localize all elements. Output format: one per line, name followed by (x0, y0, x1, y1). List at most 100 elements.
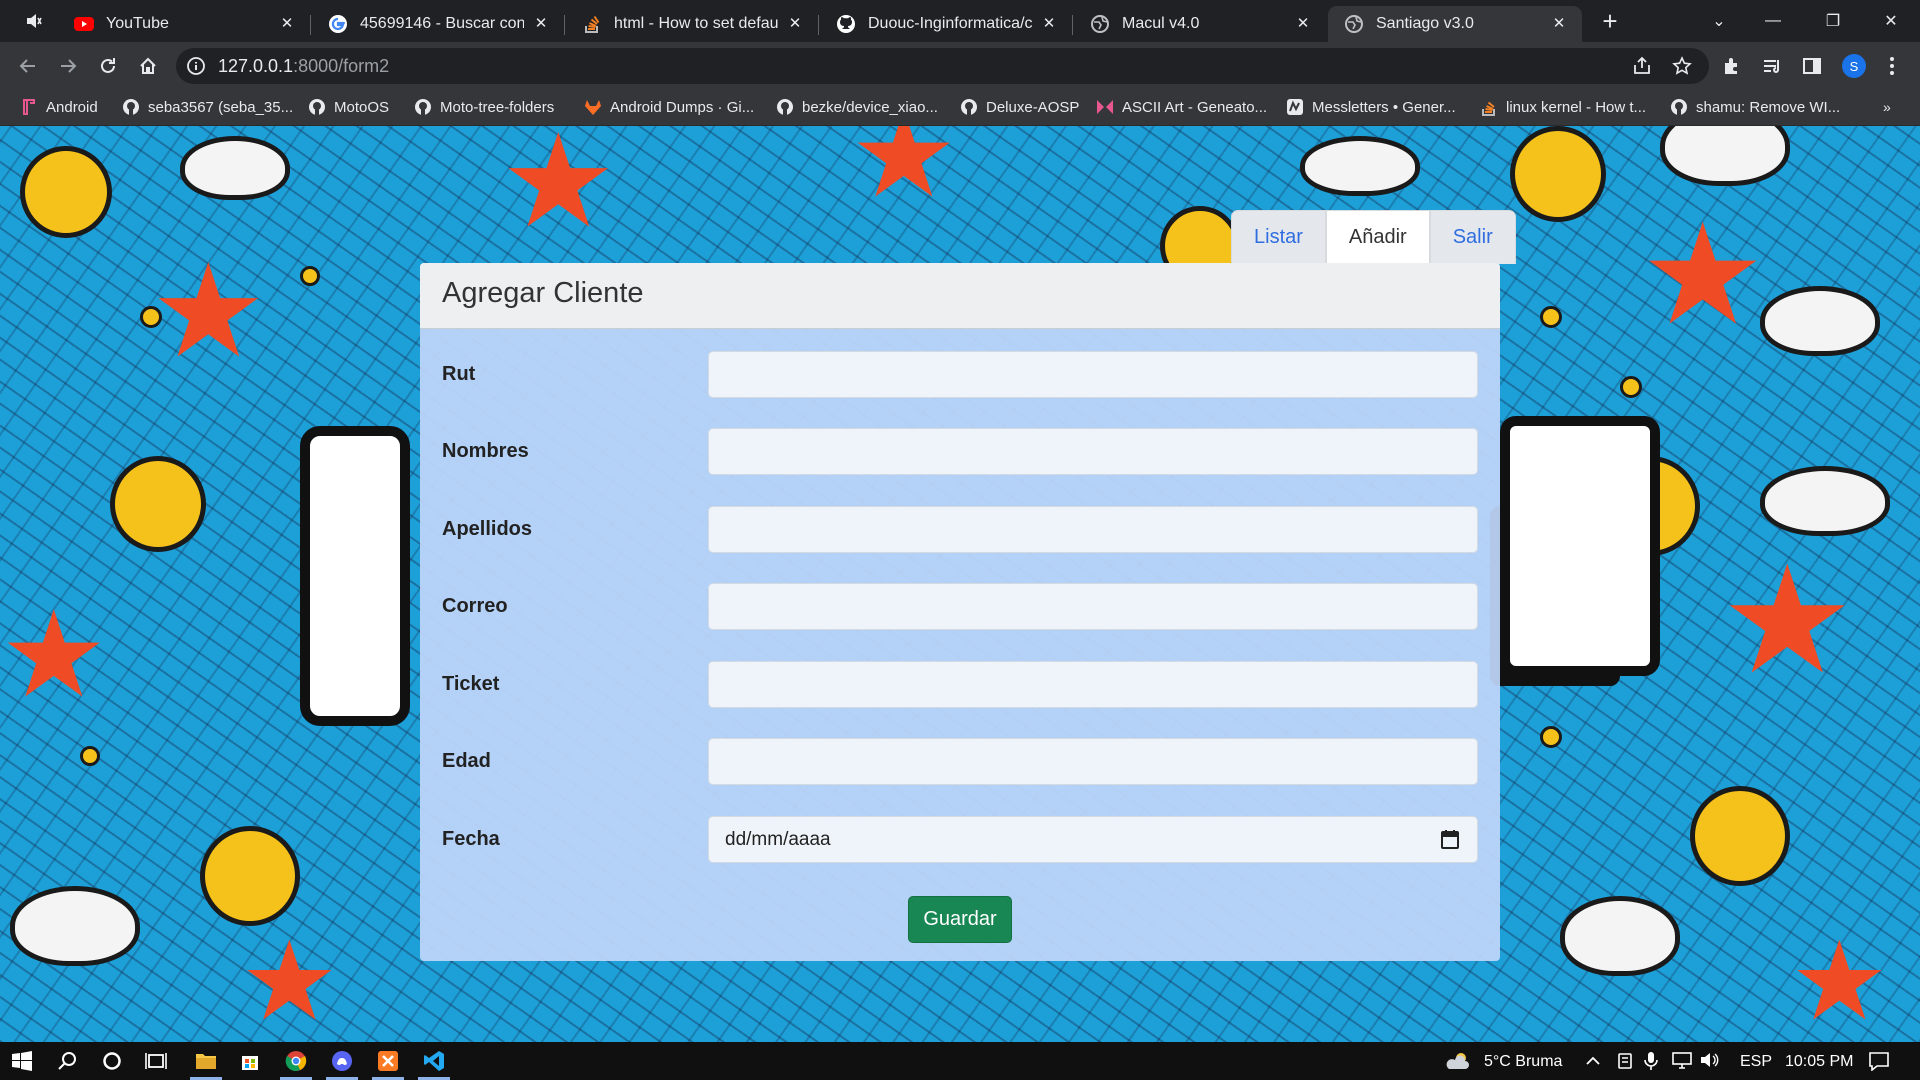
bookmark-label: Messletters • Gener... (1312, 98, 1456, 116)
input-language[interactable]: ESP (1740, 1053, 1772, 1071)
tab-anadir[interactable]: Añadir (1325, 210, 1430, 264)
bookmark-android[interactable]: Android (20, 93, 98, 121)
browser-toolbar: 127.0.0.1:8000/form2 S (0, 42, 1920, 89)
bookmark-moto-tree-folders[interactable]: Moto-tree-folders (414, 93, 554, 121)
microphone-icon[interactable] (1644, 1051, 1664, 1071)
cloud-decoration (1560, 896, 1680, 976)
bookmark-label: seba3567 (seba_35... (148, 98, 294, 116)
cloud-decoration (1660, 126, 1790, 186)
bookmark-bezke[interactable]: bezke/device_xiao... (776, 93, 938, 121)
restore-window-icon[interactable]: ❐ (1810, 6, 1856, 36)
dot-decoration (1620, 376, 1642, 398)
close-tab-icon[interactable]: ✕ (1040, 15, 1058, 33)
bookmarks-overflow-icon[interactable]: » (1883, 99, 1891, 115)
tab-salir[interactable]: Salir (1429, 210, 1516, 264)
bookmark-ascii-art[interactable]: ASCII Art - Geneato... (1096, 93, 1267, 121)
fecha-label: Fecha (442, 828, 500, 850)
page-title: Agregar Cliente (442, 277, 644, 309)
browser-tab-santiago[interactable]: Santiago v3.0 ✕ (1328, 6, 1582, 42)
network-icon[interactable] (1672, 1051, 1692, 1071)
yellow-ball-decoration (1510, 126, 1606, 222)
apellidos-input[interactable] (708, 506, 1478, 553)
new-tab-button[interactable]: + (1594, 8, 1626, 36)
tab-separator (818, 15, 819, 35)
tab-audio-mute-icon[interactable] (14, 8, 54, 34)
guardar-button[interactable]: Guardar (908, 896, 1012, 943)
side-panel-icon[interactable] (1800, 54, 1824, 78)
file-explorer-icon[interactable] (186, 1046, 226, 1080)
browser-tab-stackoverflow[interactable]: html - How to set default value ✕ (566, 6, 819, 42)
microsoft-store-icon[interactable] (230, 1046, 270, 1076)
home-icon[interactable] (132, 50, 164, 82)
fecha-date-input[interactable]: dd/mm/aaaa (708, 816, 1478, 863)
fecha-date-placeholder: dd/mm/aaaa (725, 829, 831, 850)
bookmark-linux-kernel[interactable]: linux kernel - How t... (1480, 93, 1646, 121)
browser-tab-github[interactable]: Duouc-Inginformatica/car ✕ (820, 6, 1073, 42)
browser-tab-google[interactable]: 45699146 - Buscar con Google ✕ (312, 6, 565, 42)
extensions-icon[interactable] (1720, 54, 1744, 78)
media-queue-icon[interactable] (1760, 54, 1784, 78)
bookmark-seba3567[interactable]: seba3567 (seba_35... (122, 93, 293, 121)
calendar-icon[interactable] (1441, 829, 1461, 851)
bookmark-motoos[interactable]: MotoOS (308, 93, 389, 121)
browser-tab-youtube[interactable]: YouTube ✕ (58, 6, 311, 42)
close-tab-icon[interactable]: ✕ (278, 15, 296, 33)
cloud-decoration (1760, 286, 1880, 356)
search-icon[interactable] (48, 1046, 88, 1076)
tab-search-chevron-icon[interactable]: ⌄ (1696, 6, 1742, 36)
close-tab-icon[interactable]: ✕ (1294, 15, 1312, 33)
yellow-ball-decoration (200, 826, 300, 926)
correo-input[interactable] (708, 583, 1478, 630)
address-bar[interactable]: 127.0.0.1:8000/form2 (176, 48, 1709, 84)
weather-text[interactable]: 5°C Bruma (1484, 1053, 1562, 1071)
bookmark-label: MotoOS (334, 98, 390, 116)
close-tab-icon[interactable]: ✕ (786, 15, 804, 33)
reload-icon[interactable] (92, 50, 124, 82)
form-row-apellidos: Apellidos (420, 506, 1500, 554)
bookmark-messletters[interactable]: Messletters • Gener... (1286, 93, 1456, 121)
volume-icon[interactable] (1700, 1051, 1720, 1071)
xampp-icon[interactable] (368, 1046, 408, 1080)
kebab-menu-icon[interactable] (1880, 54, 1904, 78)
notifications-icon[interactable] (1868, 1051, 1889, 1072)
close-window-icon[interactable]: ✕ (1868, 6, 1914, 36)
star-decoration: ★ (850, 126, 958, 225)
browser-tab-macul[interactable]: Macul v4.0 ✕ (1074, 6, 1326, 42)
rut-input[interactable] (708, 351, 1478, 398)
back-arrow-icon[interactable] (12, 50, 44, 82)
bookmark-deluxe-aosp[interactable]: Deluxe-AOSP (960, 93, 1079, 121)
forward-arrow-icon[interactable] (52, 50, 84, 82)
dot-decoration (1540, 306, 1562, 328)
tray-expand-icon[interactable] (1586, 1051, 1606, 1071)
star-decoration: ★ (1790, 917, 1889, 1042)
edad-input[interactable] (708, 738, 1478, 785)
bookmark-label: linux kernel - How t... (1506, 98, 1647, 116)
dot-decoration (140, 306, 162, 328)
discord-icon[interactable] (322, 1046, 362, 1080)
task-view-icon[interactable] (136, 1046, 176, 1076)
share-icon[interactable] (1632, 56, 1652, 76)
bookmark-label: ASCII Art - Geneato... (1122, 98, 1268, 116)
cortana-icon[interactable] (92, 1046, 132, 1076)
nombres-input[interactable] (708, 428, 1478, 475)
bookmark-star-icon[interactable] (1672, 56, 1692, 76)
chrome-icon[interactable] (276, 1046, 316, 1080)
tab-separator (564, 15, 565, 35)
ticket-input[interactable] (708, 661, 1478, 708)
device-icon[interactable] (1616, 1051, 1636, 1071)
close-tab-icon[interactable]: ✕ (1550, 15, 1568, 33)
ascii-art-icon (1096, 98, 1114, 116)
minimize-window-icon[interactable]: — (1750, 6, 1796, 36)
stackoverflow-icon (1480, 98, 1498, 116)
vscode-icon[interactable] (414, 1046, 454, 1080)
profile-avatar[interactable]: S (1842, 54, 1866, 78)
close-tab-icon[interactable]: ✕ (532, 15, 550, 33)
weather-icon[interactable] (1446, 1051, 1469, 1071)
site-info-icon[interactable] (186, 56, 206, 76)
tab-listar[interactable]: Listar (1231, 210, 1326, 264)
bookmark-shamu[interactable]: shamu: Remove WI... (1670, 93, 1840, 121)
windows-start-icon[interactable] (2, 1046, 42, 1076)
bookmark-android-dumps[interactable]: Android Dumps · Gi... (584, 93, 754, 121)
clock-time[interactable]: 10:05 PM (1785, 1053, 1853, 1071)
star-decoration: ★ (240, 917, 339, 1042)
